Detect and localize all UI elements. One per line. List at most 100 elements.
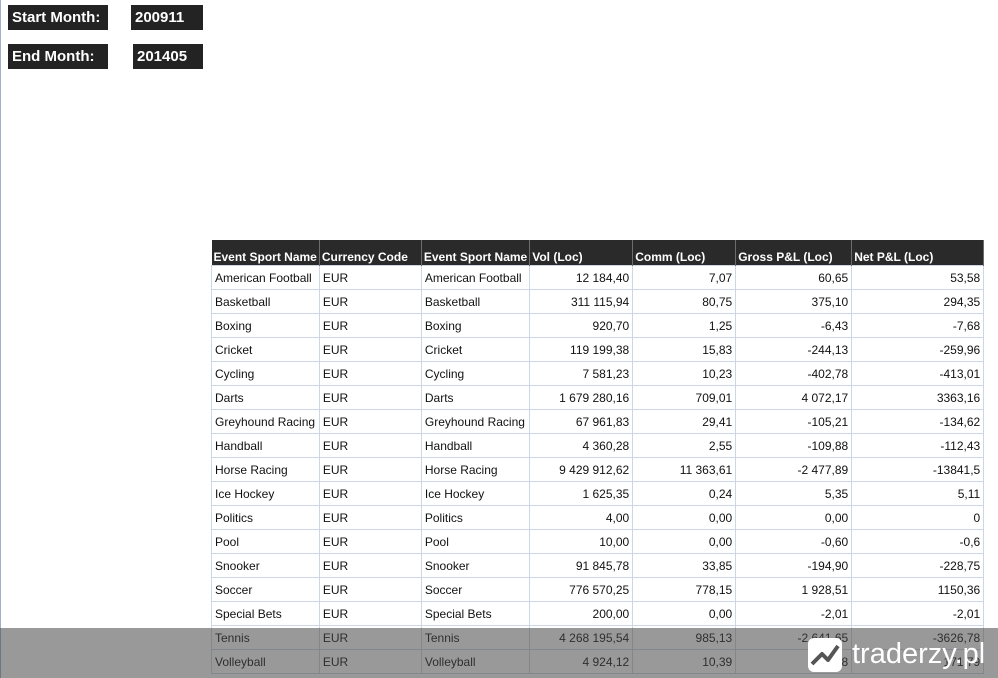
table-cell[interactable]: 0,00 (632, 601, 737, 626)
table-cell[interactable]: 985,13 (632, 625, 737, 650)
table-cell[interactable]: Boxing (420, 313, 531, 338)
column-header[interactable]: Comm (Loc) (632, 240, 737, 266)
table-cell[interactable]: -134,62 (851, 409, 985, 434)
table-cell[interactable]: 778,15 (632, 577, 737, 602)
table-cell[interactable]: Snooker (420, 553, 531, 578)
table-cell[interactable]: Darts (420, 385, 531, 410)
table-cell[interactable]: -402,78 (735, 361, 853, 386)
table-cell[interactable]: 375,10 (735, 289, 853, 314)
table-cell[interactable]: Pool (211, 529, 320, 554)
end-month-value[interactable]: 201405 (133, 44, 203, 69)
table-cell[interactable]: 29,41 (632, 409, 737, 434)
table-cell[interactable]: 200,00 (529, 601, 634, 626)
table-cell[interactable]: EUR (318, 289, 422, 314)
table-cell[interactable]: -244,13 (735, 337, 853, 362)
table-cell[interactable]: 1 625,35 (529, 481, 634, 506)
table-cell[interactable]: EUR (318, 505, 422, 530)
table-cell[interactable]: -13841,5 (851, 457, 985, 482)
column-header[interactable]: Vol (Loc) (529, 240, 634, 266)
table-cell[interactable]: EUR (318, 601, 422, 626)
table-cell[interactable]: -3626,78 (851, 625, 985, 650)
table-cell[interactable]: -2 477,89 (735, 457, 853, 482)
table-cell[interactable]: 60,65 (735, 265, 853, 290)
table-cell[interactable]: 9 429 912,62 (529, 457, 634, 482)
table-cell[interactable]: 709,01 (632, 385, 737, 410)
table-cell[interactable]: 10,23 (632, 361, 737, 386)
table-cell[interactable]: -2,01 (851, 601, 985, 626)
table-cell[interactable]: EUR (318, 361, 422, 386)
table-cell[interactable]: Ice Hockey (211, 481, 320, 506)
table-cell[interactable]: EUR (318, 649, 422, 674)
table-cell[interactable]: -2,01 (735, 601, 853, 626)
table-cell[interactable]: American Football (420, 265, 531, 290)
table-cell[interactable]: 1 679 280,16 (529, 385, 634, 410)
table-cell[interactable]: 7,07 (632, 265, 737, 290)
table-cell[interactable]: -105,21 (735, 409, 853, 434)
table-cell[interactable]: 15,83 (632, 337, 737, 362)
table-cell[interactable]: EUR (318, 313, 422, 338)
table-cell[interactable]: EUR (318, 337, 422, 362)
table-cell[interactable]: EUR (318, 625, 422, 650)
table-cell[interactable]: 0 (851, 505, 985, 530)
table-cell[interactable]: 294,35 (851, 289, 985, 314)
table-cell[interactable]: 80,75 (632, 289, 737, 314)
table-cell[interactable]: Greyhound Racing (420, 409, 531, 434)
table-cell[interactable]: 776 570,25 (529, 577, 634, 602)
table-cell[interactable]: -6,43 (735, 313, 853, 338)
table-cell[interactable]: Tennis (420, 625, 531, 650)
table-cell[interactable]: 10,39 (632, 649, 737, 674)
table-cell[interactable]: 0,00 (632, 505, 737, 530)
table-cell[interactable]: -413,01 (851, 361, 985, 386)
table-cell[interactable]: 12 184,40 (529, 265, 634, 290)
table-cell[interactable]: 11 363,61 (632, 457, 737, 482)
table-cell[interactable]: 1150,36 (851, 577, 985, 602)
table-cell[interactable]: Pool (420, 529, 531, 554)
table-cell[interactable]: Soccer (420, 577, 531, 602)
table-cell[interactable]: -259,96 (851, 337, 985, 362)
table-cell[interactable]: 4 268 195,54 (529, 625, 634, 650)
table-cell[interactable]: EUR (318, 409, 422, 434)
table-cell[interactable]: 1 928,51 (735, 577, 853, 602)
table-cell[interactable]: American Football (211, 265, 320, 290)
table-cell[interactable]: -194,90 (735, 553, 853, 578)
table-cell[interactable]: -7,68 (851, 313, 985, 338)
table-cell[interactable]: EUR (318, 553, 422, 578)
table-cell[interactable]: Politics (420, 505, 531, 530)
table-cell[interactable]: Special Bets (211, 601, 320, 626)
column-header[interactable]: Currency Code (319, 240, 422, 266)
table-cell[interactable]: 53,58 (851, 265, 985, 290)
table-cell[interactable]: Handball (420, 433, 531, 458)
table-cell[interactable]: Politics (211, 505, 320, 530)
column-header[interactable]: Event Sport Name (211, 240, 320, 266)
table-cell[interactable]: -112,43 (851, 433, 985, 458)
table-cell[interactable]: Special Bets (420, 601, 531, 626)
table-cell[interactable]: Basketball (211, 289, 320, 314)
table-cell[interactable]: Horse Racing (420, 457, 531, 482)
table-cell[interactable]: -228,75 (851, 553, 985, 578)
table-cell[interactable]: Darts (211, 385, 320, 410)
table-cell[interactable]: 1,25 (632, 313, 737, 338)
table-cell[interactable]: -109,88 (735, 433, 853, 458)
table-cell[interactable]: Horse Racing (211, 457, 320, 482)
table-cell[interactable]: Boxing (211, 313, 320, 338)
table-cell[interactable]: 4 072,17 (735, 385, 853, 410)
table-cell[interactable]: 5,35 (735, 481, 853, 506)
table-cell[interactable]: -2 641,65 (735, 625, 853, 650)
table-cell[interactable]: Snooker (211, 553, 320, 578)
table-cell[interactable]: Ice Hockey (420, 481, 531, 506)
table-cell[interactable]: Cricket (211, 337, 320, 362)
table-cell[interactable]: Handball (211, 433, 320, 458)
table-cell[interactable]: 182,18 (735, 649, 853, 674)
table-cell[interactable]: 0,00 (735, 505, 853, 530)
table-cell[interactable]: -0,60 (735, 529, 853, 554)
table-cell[interactable]: 5,11 (851, 481, 985, 506)
table-cell[interactable]: EUR (318, 385, 422, 410)
table-cell[interactable]: Cycling (420, 361, 531, 386)
start-month-value[interactable]: 200911 (131, 5, 203, 30)
table-cell[interactable]: 33,85 (632, 553, 737, 578)
table-cell[interactable]: EUR (318, 457, 422, 482)
table-cell[interactable]: 2,55 (632, 433, 737, 458)
table-cell[interactable]: Soccer (211, 577, 320, 602)
table-cell[interactable]: Volleyball (420, 649, 531, 674)
table-cell[interactable]: -0,6 (851, 529, 985, 554)
